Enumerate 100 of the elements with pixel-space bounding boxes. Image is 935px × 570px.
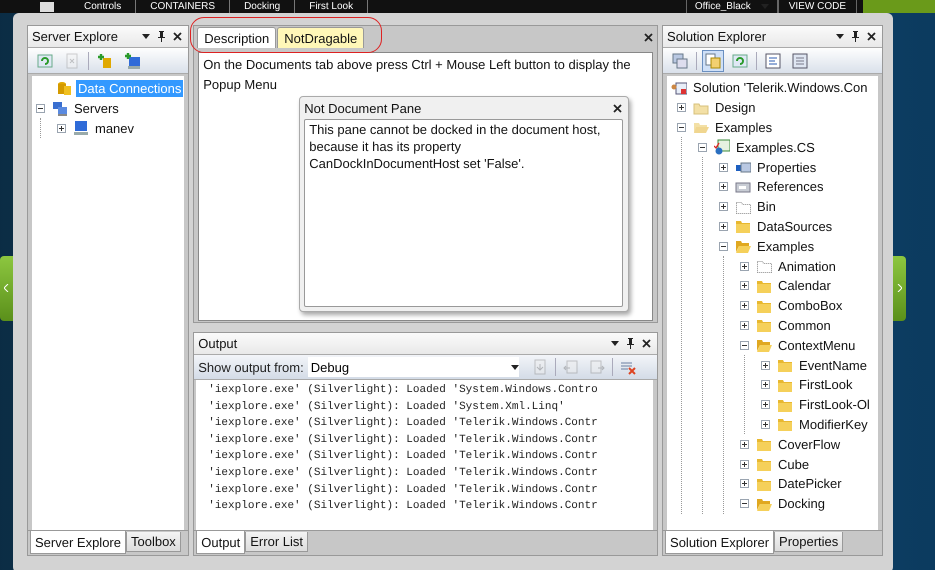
properties-icon	[672, 52, 688, 68]
pane-tab[interactable]: Properties	[774, 532, 844, 552]
log-line: 'iexplore.exe' (Silverlight): Loaded 'Telerik.Windows.Contr	[208, 449, 599, 464]
plus-icon	[762, 362, 770, 369]
tree-item[interactable]: Examples.CS	[734, 138, 817, 156]
home-icon[interactable]	[40, 2, 54, 12]
find-next-icon	[588, 359, 605, 375]
tree-item[interactable]: DatePicker	[776, 475, 844, 492]
document-tab[interactable]: Description	[197, 27, 276, 48]
expand-toggle[interactable]	[740, 440, 750, 449]
expand-toggle[interactable]	[740, 499, 750, 508]
log-line: 'iexplore.exe' (Silverlight): Loaded 'Telerik.Windows.Contr	[208, 482, 599, 498]
plus-icon	[720, 164, 728, 171]
expand-toggle[interactable]	[761, 380, 770, 390]
folder-icon	[777, 357, 794, 374]
pane-tab[interactable]: Output	[196, 531, 246, 554]
pane-tab[interactable]: Solution Explorer	[665, 531, 774, 554]
tree-item[interactable]: FirstLook	[797, 376, 854, 394]
tree-item[interactable]: Examples	[713, 118, 774, 136]
document-tab[interactable]: NotDragable	[277, 27, 364, 48]
expand-toggle[interactable]	[761, 360, 770, 370]
pane-tab[interactable]: Server Explore	[30, 531, 126, 554]
tree-item[interactable]: ModifierKey	[797, 416, 870, 433]
folder-icon	[735, 218, 752, 234]
tree-item[interactable]: Examples	[755, 238, 816, 255]
expand-toggle[interactable]	[740, 262, 750, 271]
caret-icon	[836, 34, 844, 39]
expand-toggle[interactable]	[740, 320, 750, 330]
expand-toggle[interactable]	[719, 222, 728, 231]
folder-icon	[756, 317, 772, 334]
servers-icon	[52, 100, 68, 116]
refresh-icon	[732, 52, 748, 68]
close-icon	[867, 32, 876, 41]
expand-toggle[interactable]	[761, 400, 770, 410]
plus-icon	[762, 420, 770, 428]
pin-icon	[627, 338, 634, 349]
expand-toggle[interactable]	[719, 242, 728, 251]
pane-title: Not Document Pane	[304, 100, 422, 116]
expand-toggle[interactable]	[740, 340, 750, 350]
pin-icon	[158, 31, 166, 42]
add-database-icon	[97, 52, 113, 68]
tree-item[interactable]: Calendar	[776, 277, 833, 294]
folder-icon	[756, 436, 772, 452]
tree-item[interactable]: EventName	[797, 356, 869, 374]
next-message-icon	[532, 359, 548, 375]
plus-icon	[741, 460, 748, 468]
expand-toggle[interactable]	[57, 124, 66, 132]
expand-toggle[interactable]	[740, 460, 750, 469]
expand-toggle[interactable]	[698, 142, 708, 152]
output-source-dropdown[interactable]: Debug	[308, 357, 519, 377]
close-button[interactable]	[644, 32, 654, 42]
log-line: 'iexplore.exe' (Silverlight): Loaded 'Telerik.Windows.Contr	[208, 432, 599, 448]
expand-toggle[interactable]	[761, 420, 770, 429]
expand-toggle[interactable]	[677, 122, 686, 132]
tree-item[interactable]: ContextMenu	[776, 336, 858, 354]
tree-item[interactable]: Design	[713, 99, 758, 116]
tree-item[interactable]: References	[755, 178, 826, 196]
view-code-icon	[765, 52, 782, 68]
expand-toggle[interactable]	[740, 479, 750, 488]
folder-icon	[777, 416, 794, 432]
database-icon	[56, 80, 72, 96]
tree-item[interactable]: Cube	[776, 456, 812, 473]
tree-item[interactable]: Animation	[776, 258, 838, 275]
expand-toggle[interactable]	[740, 281, 750, 290]
expand-toggle[interactable]	[677, 103, 686, 112]
tree-item[interactable]: ComboBox	[776, 297, 844, 314]
expand-toggle[interactable]	[36, 104, 45, 112]
tree-item[interactable]: manev	[93, 120, 136, 136]
chevron-left-icon	[4, 284, 9, 292]
pin-icon	[852, 31, 859, 42]
find-previous-icon	[562, 359, 579, 375]
pane-tab[interactable]: Error List	[245, 532, 308, 552]
plus-icon	[678, 104, 686, 112]
chevron-right-icon	[897, 284, 902, 292]
plus-icon	[741, 282, 748, 290]
open-folder-icon	[735, 238, 752, 254]
tree-item[interactable]: Properties	[755, 158, 818, 176]
expand-toggle[interactable]	[719, 182, 728, 192]
description-text: On the Documents tab above press Ctrl + Mouse Left button to display the Popup Menu	[203, 56, 632, 94]
expand-toggle[interactable]	[719, 162, 728, 172]
pane-title: Solution Explorer	[667, 29, 768, 44]
show-all-files-icon	[705, 52, 722, 68]
expand-toggle[interactable]	[719, 202, 728, 212]
tree-item[interactable]: Common	[776, 316, 833, 334]
tree-item[interactable]: DataSources	[755, 218, 834, 235]
expand-toggle[interactable]	[740, 301, 750, 310]
toolbar-button[interactable]	[702, 50, 724, 72]
pane-tab[interactable]: Toolbox	[126, 532, 181, 552]
log-line: 'iexplore.exe' (Silverlight): Loaded 'Telerik.Windows.Contr	[208, 499, 599, 514]
close-icon	[613, 104, 622, 112]
tree-item[interactable]: FirstLook-Ol	[797, 396, 872, 414]
tree-item[interactable]: CoverFlow	[776, 436, 842, 453]
tree-item[interactable]: Servers	[72, 100, 121, 116]
pane-title: Output	[198, 336, 238, 351]
log-line: 'iexplore.exe' (Silverlight): Loaded 'Telerik.Windows.Contr	[208, 416, 599, 432]
log-line: 'iexplore.exe' (Silverlight): Loaded 'System.Windows.Contro	[208, 383, 599, 398]
tree-item[interactable]: Solution 'Telerik.Windows.Con	[691, 79, 870, 96]
tree-item[interactable]: Docking	[776, 495, 827, 512]
tree-item[interactable]: Bin	[755, 198, 778, 216]
theme-name: Office_Black	[694, 0, 751, 13]
